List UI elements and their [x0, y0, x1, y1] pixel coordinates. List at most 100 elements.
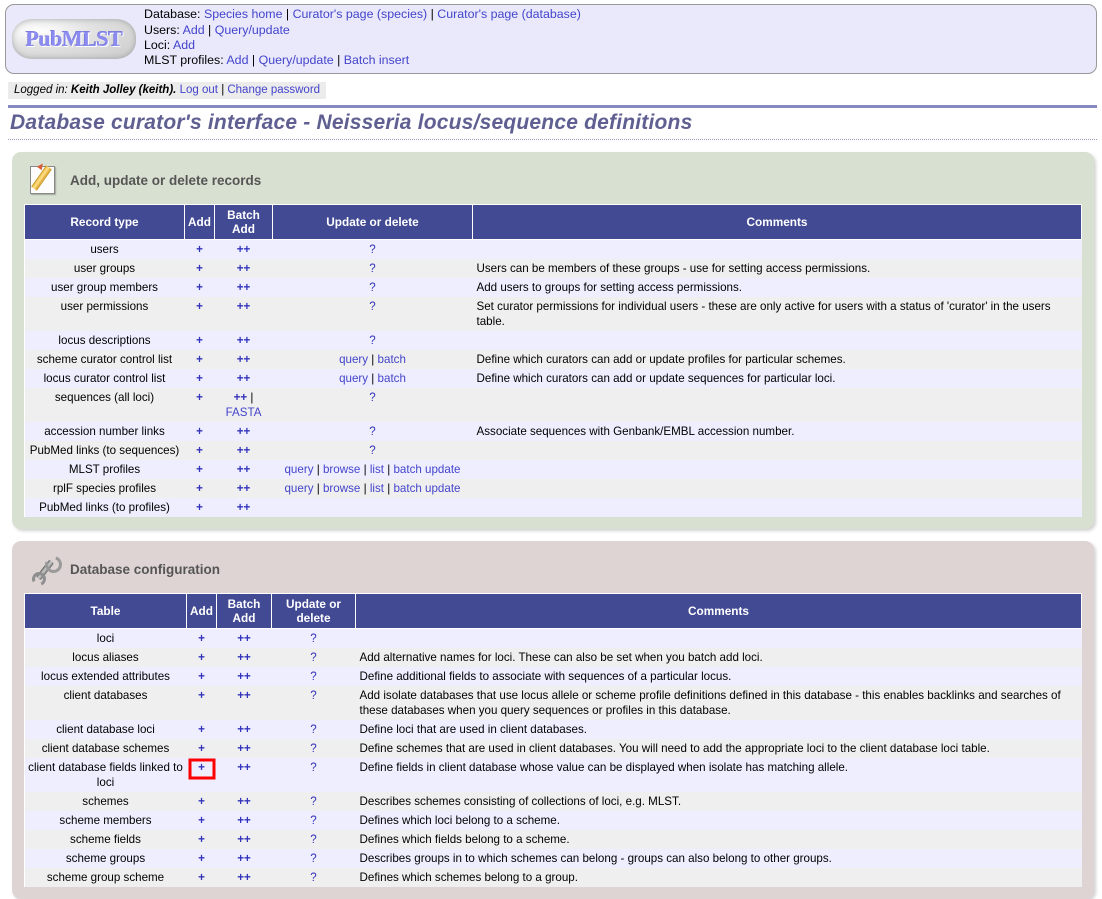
- add-link[interactable]: ++: [237, 262, 251, 275]
- header-nav-link[interactable]: Batch insert: [344, 53, 409, 67]
- add-link[interactable]: +: [196, 281, 203, 294]
- add-link[interactable]: +: [196, 262, 203, 275]
- add-link[interactable]: +: [196, 463, 203, 476]
- action-link-query[interactable]: query: [284, 482, 313, 495]
- add-link[interactable]: ++: [237, 425, 251, 438]
- add-link[interactable]: +: [198, 814, 205, 827]
- batch-add-link[interactable]: ++: [237, 833, 251, 846]
- batch-add-link[interactable]: ++: [237, 871, 251, 884]
- add-link[interactable]: +: [198, 632, 205, 645]
- header-nav-link[interactable]: Add: [173, 38, 195, 52]
- login-status-bar-wrap: Logged in: Keith Jolley (keith). Log out…: [0, 74, 1102, 99]
- action-link-list[interactable]: list: [370, 463, 384, 476]
- action-link-list[interactable]: list: [370, 482, 384, 495]
- add-link[interactable]: +: [198, 852, 205, 865]
- header-nav-link[interactable]: Add: [183, 23, 205, 37]
- header-nav-link[interactable]: Query/update: [259, 53, 334, 67]
- add-link[interactable]: +: [198, 871, 205, 884]
- logout-link[interactable]: Log out: [180, 84, 218, 96]
- header-nav-link[interactable]: Query/update: [215, 23, 290, 37]
- add-link[interactable]: ++: [237, 444, 251, 457]
- batch-add-link[interactable]: ++: [237, 632, 251, 645]
- update-delete-query-link[interactable]: ?: [369, 334, 375, 347]
- update-delete-query-link[interactable]: ?: [310, 795, 316, 808]
- batch-add-link[interactable]: ++: [237, 689, 251, 702]
- add-link[interactable]: +: [196, 391, 203, 404]
- add-cell: +: [184, 350, 215, 369]
- add-link[interactable]: +: [198, 795, 205, 808]
- action-link-batch-update[interactable]: batch update: [393, 463, 460, 476]
- update-delete-query-link[interactable]: ?: [310, 632, 316, 645]
- action-link-query[interactable]: query: [339, 372, 368, 385]
- add-link[interactable]: +: [198, 761, 205, 774]
- add-link[interactable]: +: [196, 243, 203, 256]
- action-link-batch[interactable]: batch: [378, 353, 406, 366]
- add-link[interactable]: +: [198, 833, 205, 846]
- add-link[interactable]: +: [196, 372, 203, 385]
- update-delete-query-link[interactable]: ?: [310, 651, 316, 664]
- add-link[interactable]: +: [198, 670, 205, 683]
- add-link[interactable]: +: [198, 689, 205, 702]
- action-link-FASTA[interactable]: FASTA: [226, 406, 262, 419]
- add-link[interactable]: +: [198, 651, 205, 664]
- add-link[interactable]: ++: [237, 334, 251, 347]
- update-delete-query-link[interactable]: ?: [369, 262, 375, 275]
- update-delete-query-link[interactable]: ?: [310, 723, 316, 736]
- change-password-link[interactable]: Change password: [227, 84, 320, 96]
- add-link[interactable]: ++: [237, 463, 251, 476]
- update-delete-query-link[interactable]: ?: [310, 833, 316, 846]
- records-col-batch-add: Batch Add: [214, 204, 273, 240]
- batch-add-link[interactable]: ++: [237, 723, 251, 736]
- record-type-name: user group members: [24, 278, 185, 297]
- action-link-batch-update[interactable]: batch update: [393, 482, 460, 495]
- update-delete-query-link[interactable]: ?: [369, 300, 375, 313]
- batch-add-link[interactable]: ++: [237, 795, 251, 808]
- add-link[interactable]: ++: [237, 243, 251, 256]
- action-link-browse[interactable]: browse: [323, 463, 360, 476]
- batch-add-link[interactable]: ++: [237, 651, 251, 664]
- update-delete-query-link[interactable]: ?: [310, 871, 316, 884]
- batch-add-link[interactable]: ++: [237, 670, 251, 683]
- update-delete-query-link[interactable]: ?: [369, 444, 375, 457]
- add-link[interactable]: ++: [237, 372, 251, 385]
- pubmlst-logo[interactable]: PubMLST: [12, 19, 136, 59]
- action-link-query[interactable]: query: [339, 353, 368, 366]
- add-link[interactable]: ++: [237, 281, 251, 294]
- header-nav-link[interactable]: Curator's page (database): [437, 7, 581, 21]
- header-nav-link[interactable]: Curator's page (species): [293, 7, 428, 21]
- add-link[interactable]: +: [196, 425, 203, 438]
- batch-add-link[interactable]: ++: [237, 814, 251, 827]
- update-delete-query-link[interactable]: ?: [369, 425, 375, 438]
- update-delete-query-link[interactable]: ?: [369, 243, 375, 256]
- update-delete-query-link[interactable]: ?: [369, 391, 375, 404]
- action-link-batch[interactable]: batch: [378, 372, 406, 385]
- add-link[interactable]: ++: [237, 300, 251, 313]
- update-delete-query-link[interactable]: ?: [310, 689, 316, 702]
- add-link[interactable]: +: [196, 501, 203, 514]
- batch-add-link[interactable]: ++: [237, 852, 251, 865]
- add-link[interactable]: +: [196, 334, 203, 347]
- header-nav-link[interactable]: Add: [226, 53, 248, 67]
- update-delete-query-link[interactable]: ?: [310, 814, 316, 827]
- comment-cell: Defines which loci belong to a scheme.: [355, 811, 1082, 830]
- add-link[interactable]: +: [196, 444, 203, 457]
- action-link-browse[interactable]: browse: [323, 482, 360, 495]
- header-nav-link[interactable]: Species home: [204, 7, 283, 21]
- update-delete-query-link[interactable]: ?: [310, 761, 316, 774]
- add-link[interactable]: +: [198, 723, 205, 736]
- action-link-query[interactable]: query: [284, 463, 313, 476]
- update-delete-query-link[interactable]: ?: [310, 852, 316, 865]
- add-link[interactable]: ++: [237, 482, 251, 495]
- add-link[interactable]: ++: [237, 501, 251, 514]
- add-link[interactable]: +: [196, 300, 203, 313]
- batch-add-link[interactable]: ++: [237, 761, 251, 774]
- add-link[interactable]: ++: [237, 353, 251, 366]
- update-delete-query-link[interactable]: ?: [369, 281, 375, 294]
- update-delete-query-link[interactable]: ?: [310, 670, 316, 683]
- add-link[interactable]: +: [196, 482, 203, 495]
- batch-add-link[interactable]: ++: [237, 742, 251, 755]
- add-link[interactable]: +: [196, 353, 203, 366]
- update-delete-query-link[interactable]: ?: [310, 742, 316, 755]
- add-link[interactable]: ++: [234, 391, 248, 404]
- add-link[interactable]: +: [198, 742, 205, 755]
